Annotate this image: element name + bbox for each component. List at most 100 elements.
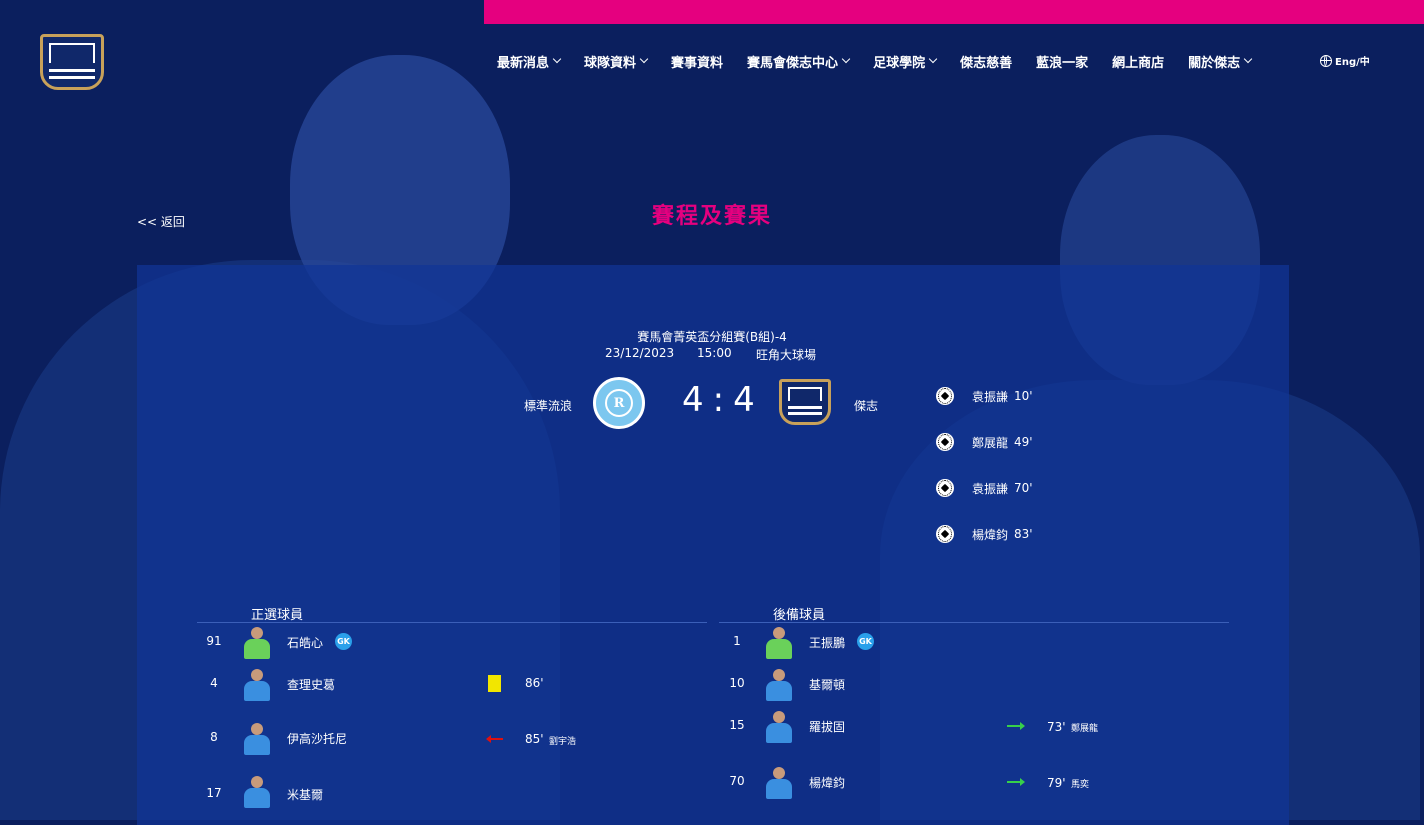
event-minute: 73': [1047, 720, 1066, 734]
avatar-head: [251, 723, 263, 735]
player-number: 10: [729, 676, 745, 690]
player-avatar: [764, 627, 794, 659]
player-number: 91: [206, 634, 222, 648]
player-avatar: [764, 767, 794, 799]
player-avatar: [764, 669, 794, 701]
goal-minute: 10': [1014, 389, 1033, 403]
event-minute: 85': [525, 732, 544, 746]
player-number: 4: [210, 676, 218, 690]
goal-minute: 49': [1014, 435, 1033, 449]
avatar-kit: [244, 639, 270, 659]
chevron-down-icon: [552, 54, 562, 64]
goalkeeper-badge: GK: [335, 633, 352, 650]
player-name: 查理史葛: [287, 678, 336, 692]
score-separator: :: [712, 380, 728, 420]
subs-divider: [719, 622, 1229, 623]
player-number: 70: [729, 774, 745, 788]
player-name: 王振鵬: [809, 636, 846, 650]
goal-scorer: 鄭展龍: [972, 435, 1009, 450]
player-name: 楊煒鈞: [809, 776, 846, 790]
top-accent-bar: [484, 0, 1424, 24]
logo-mark: [49, 43, 95, 63]
match-venue: 旺角大球場: [756, 348, 817, 362]
nav-item-news[interactable]: 最新消息: [497, 52, 562, 71]
player-name: 米基爾: [287, 788, 324, 802]
avatar-kit: [766, 779, 792, 799]
nav-item-about[interactable]: 關於傑志: [1188, 52, 1253, 71]
avatar-head: [251, 627, 263, 639]
goalkeeper-badge: GK: [857, 633, 874, 650]
event-player: 鄭展龍: [1071, 724, 1099, 734]
crest-mark: [788, 387, 822, 401]
avatar-head: [773, 711, 785, 723]
away-team-crest: [779, 379, 831, 425]
goal-minute: 70': [1014, 481, 1033, 495]
player-name: 伊高沙托尼: [287, 732, 348, 746]
event-player: 劉宇浩: [549, 737, 577, 747]
goal-row: 鄭展龍 49': [936, 433, 1033, 451]
player-avatar: [242, 669, 272, 701]
nav-label: 最新消息: [497, 55, 550, 71]
sub-on-arrow-icon: [1007, 722, 1025, 730]
competition-name: 賽馬會菁英盃分組賽(B組)-4: [637, 330, 787, 344]
nav-label: 網上商店: [1112, 55, 1165, 71]
home-team-name: 標準流浪: [524, 399, 573, 413]
event-minute: 86': [525, 676, 544, 690]
goal-scorer: 袁振謙: [972, 481, 1009, 496]
starters-header: 正選球員: [251, 608, 304, 623]
match-date: 23/12/2023: [605, 346, 675, 360]
avatar-head: [251, 669, 263, 681]
goal-minute: 83': [1014, 527, 1033, 541]
crest-letter: R: [613, 396, 625, 411]
sub-off-arrow-icon: [486, 735, 503, 743]
subs-header: 後備球員: [773, 608, 826, 623]
logo-wave-1: [49, 69, 95, 72]
nav-label: 賽馬會傑志中心: [747, 55, 839, 71]
nav-label: 賽事資料: [671, 55, 724, 71]
nav-label: 關於傑志: [1188, 55, 1241, 71]
goal-scorer: 袁振謙: [972, 389, 1009, 404]
starters-divider: [197, 622, 707, 623]
player-name: 石皓心: [287, 636, 324, 650]
club-logo[interactable]: [40, 34, 104, 90]
main-nav: 最新消息 球隊資料 賽事資料 賽馬會傑志中心 足球學院 傑志慈善 藍浪一家 網上…: [497, 52, 1275, 71]
goal-row: 袁振謙 70': [936, 479, 1033, 497]
nav-item-family[interactable]: 藍浪一家: [1036, 52, 1088, 71]
goal-row: 袁振謙 10': [936, 387, 1033, 405]
nav-item-shop[interactable]: 網上商店: [1112, 52, 1164, 71]
avatar-head: [773, 669, 785, 681]
player-avatar: [242, 627, 272, 659]
avatar-kit: [244, 735, 270, 755]
crest-wave-1: [788, 406, 822, 409]
avatar-kit: [244, 681, 270, 701]
avatar-kit: [766, 639, 792, 659]
language-label: Eng/中: [1335, 57, 1370, 68]
player-avatar: [764, 711, 794, 743]
player-number: 8: [210, 730, 218, 744]
nav-item-charity[interactable]: 傑志慈善: [960, 52, 1012, 71]
globe-icon: [1320, 54, 1332, 67]
match-time: 15:00: [697, 346, 732, 360]
player-name: 羅拔固: [809, 720, 846, 734]
event-minute: 79': [1047, 776, 1066, 790]
home-score: 4: [682, 380, 707, 420]
event-player: 馬奕: [1071, 780, 1090, 790]
language-switch[interactable]: Eng/中: [1320, 53, 1370, 68]
crest-wave-2: [788, 412, 822, 415]
nav-label: 傑志慈善: [960, 55, 1013, 71]
goal-scorer: 楊煒鈞: [972, 527, 1009, 542]
nav-item-matches[interactable]: 賽事資料: [671, 52, 723, 71]
nav-item-academy[interactable]: 足球學院: [873, 52, 938, 71]
chevron-down-icon: [928, 54, 938, 64]
nav-item-team[interactable]: 球隊資料: [584, 52, 649, 71]
player-name: 基爾頓: [809, 678, 846, 692]
away-score: 4: [733, 380, 758, 420]
player-avatar: [242, 723, 272, 755]
nav-label: 球隊資料: [584, 55, 637, 71]
crest-ring: R: [605, 389, 633, 417]
player-avatar: [242, 776, 272, 808]
nav-item-centre[interactable]: 賽馬會傑志中心: [747, 52, 851, 71]
avatar-kit: [244, 788, 270, 808]
football-icon: [936, 387, 954, 405]
sub-on-arrow-icon: [1007, 778, 1025, 786]
